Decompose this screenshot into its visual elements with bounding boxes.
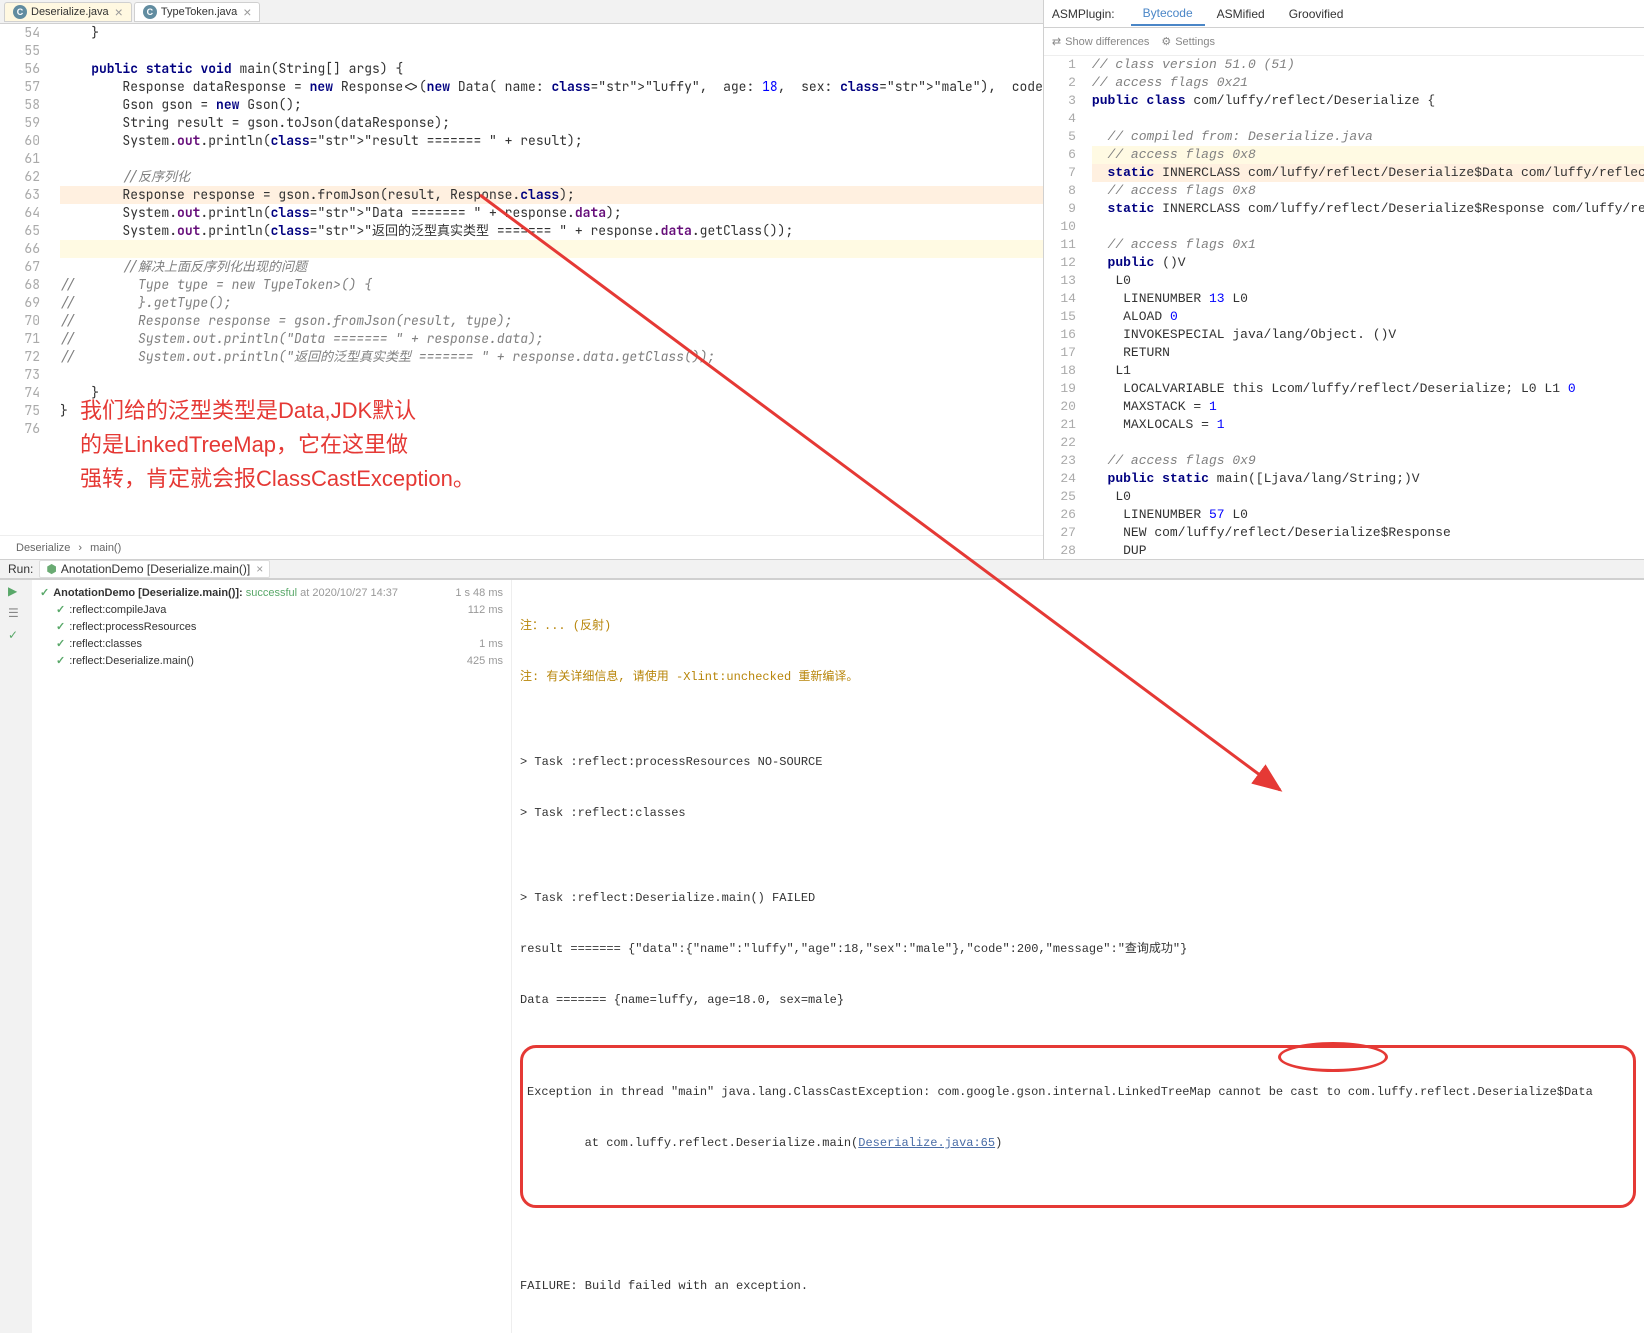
- bytecode-editor[interactable]: 1234567891011121314151617181920212223242…: [1044, 56, 1644, 559]
- java-class-icon: C: [13, 5, 27, 19]
- run-header-item[interactable]: ✓ AnotationDemo [Deserialize.main()]: su…: [40, 584, 503, 601]
- chevron-right-icon: ›: [78, 542, 82, 554]
- exception-highlight-box: Exception in thread "main" java.lang.Cla…: [520, 1045, 1636, 1208]
- bytecode-gutter: 1234567891011121314151617181920212223242…: [1044, 56, 1084, 559]
- breadcrumb[interactable]: Deserialize › main(): [0, 535, 1043, 559]
- task-line: > Task :reflect:Deserialize.main() FAILE…: [520, 890, 1636, 907]
- close-icon[interactable]: ×: [243, 5, 251, 19]
- check-icon[interactable]: ✓: [8, 628, 24, 644]
- asm-plugin-toolbar: ASMPlugin: Bytecode ASMified Groovified: [1044, 0, 1644, 28]
- gradle-icon: ⬢: [46, 562, 56, 576]
- task-line: > Task :reflect:processResources NO-SOUR…: [520, 754, 1636, 771]
- gear-icon: ⚙: [1161, 35, 1171, 48]
- tab-deserialize[interactable]: C Deserialize.java ×: [4, 2, 132, 22]
- run-header-text: AnotationDemo [Deserialize.main()]:: [53, 587, 242, 599]
- warn-line-top: 注：... (反射): [520, 618, 1636, 635]
- tree-item[interactable]: ✓:reflect:Deserialize.main()425 ms: [40, 652, 503, 669]
- warn-line: 注: 有关详细信息, 请使用 -Xlint:unchecked 重新编译。: [520, 669, 1636, 686]
- breadcrumb-class[interactable]: Deserialize: [16, 542, 70, 554]
- run-label: Run:: [8, 562, 33, 576]
- run-config-tab[interactable]: AnotationDemo [Deserialize.main()]: [61, 562, 250, 576]
- tab-groovified[interactable]: Groovified: [1277, 3, 1356, 25]
- tab-bytecode[interactable]: Bytecode: [1131, 2, 1205, 26]
- tab-typetoken[interactable]: C TypeToken.java ×: [134, 2, 261, 22]
- code-editor[interactable]: 5455565758596061626364656667686970717273…: [0, 24, 1043, 535]
- data-line: Data ======= {name=luffy, age=18.0, sex=…: [520, 992, 1636, 1009]
- exception-stack: at com.luffy.reflect.Deserialize.main(De…: [527, 1135, 1629, 1152]
- run-output[interactable]: 注：... (反射) 注: 有关详细信息, 请使用 -Xlint:uncheck…: [512, 580, 1644, 1333]
- tab-asmified[interactable]: ASMified: [1205, 3, 1277, 25]
- asm-toolbar: ⇄ Show differences ⚙ Settings: [1044, 28, 1644, 56]
- tab-label: Deserialize.java: [31, 6, 109, 18]
- diff-icon: ⇄: [1052, 35, 1061, 48]
- exception-circle: [1278, 1042, 1388, 1072]
- exception-line: Exception in thread "main" java.lang.Cla…: [527, 1084, 1629, 1101]
- tree-item[interactable]: ✓:reflect:processResources: [40, 618, 503, 635]
- line-gutter: 5455565758596061626364656667686970717273…: [0, 24, 48, 535]
- settings-button[interactable]: ⚙ Settings: [1161, 35, 1215, 48]
- tab-label: TypeToken.java: [161, 6, 237, 18]
- rerun-icon[interactable]: ▶: [8, 584, 24, 600]
- code-content[interactable]: } public static void main(String[] args)…: [48, 24, 1043, 535]
- check-icon: ✓: [40, 586, 49, 599]
- show-differences-button[interactable]: ⇄ Show differences: [1052, 35, 1149, 48]
- bytecode-content[interactable]: // class version 51.0 (51)// access flag…: [1084, 56, 1644, 559]
- tree-icon[interactable]: ☰: [8, 606, 24, 622]
- tree-item[interactable]: ✓:reflect:compileJava112 ms: [40, 601, 503, 618]
- java-class-icon: C: [143, 5, 157, 19]
- tree-item[interactable]: ✓:reflect:classes1 ms: [40, 635, 503, 652]
- breadcrumb-method[interactable]: main(): [90, 542, 121, 554]
- run-nav: ▶ ☰ ✓: [0, 580, 32, 1333]
- close-icon[interactable]: ×: [115, 5, 123, 19]
- close-icon[interactable]: ×: [256, 562, 263, 576]
- failure-line: FAILURE: Build failed with an exception.: [520, 1278, 1636, 1295]
- asm-plugin-label: ASMPlugin:: [1052, 7, 1115, 21]
- exception-source-link[interactable]: Deserialize.java:65: [858, 1136, 995, 1150]
- editor-tabs: C Deserialize.java × C TypeToken.java ×: [0, 0, 1043, 24]
- result-line: result ======= {"data":{"name":"luffy","…: [520, 941, 1636, 958]
- task-line: > Task :reflect:classes: [520, 805, 1636, 822]
